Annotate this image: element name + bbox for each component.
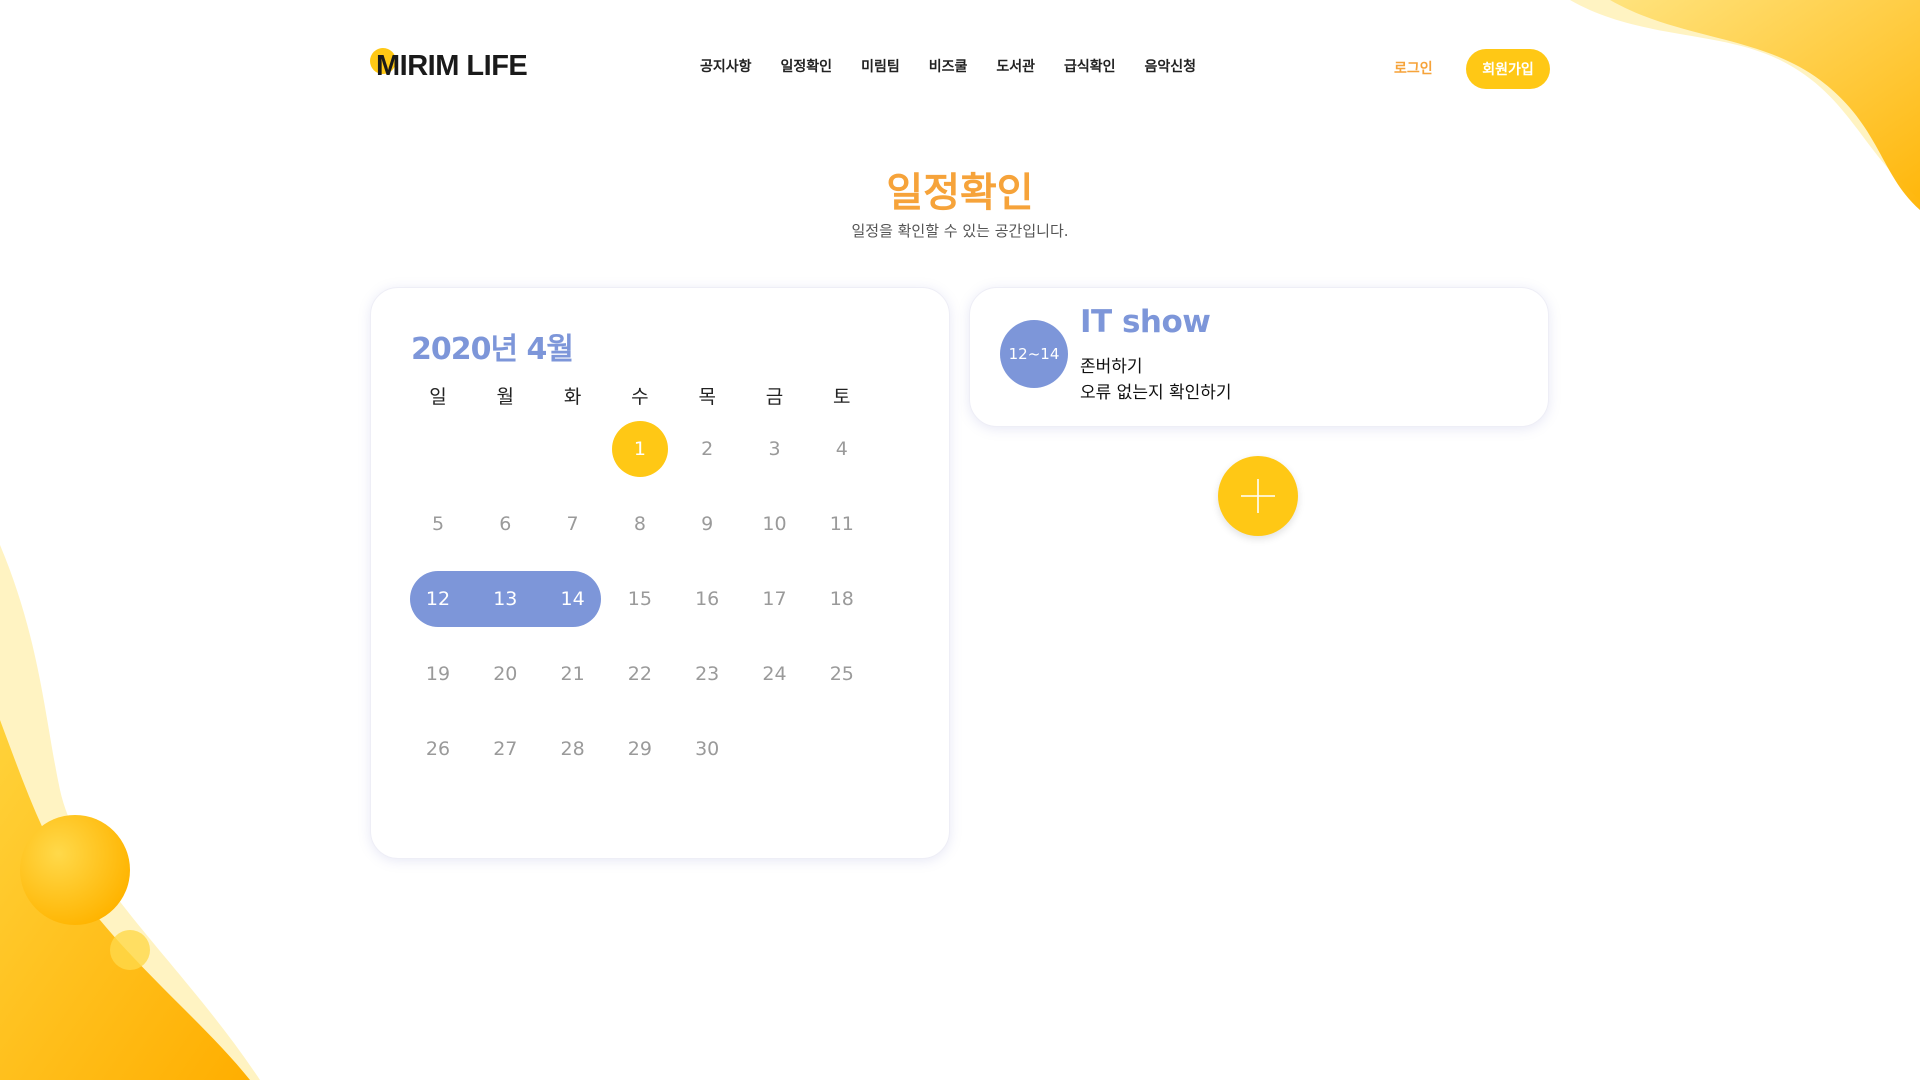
calendar-day[interactable]: 2	[679, 421, 735, 477]
calendar-day[interactable]: 25	[814, 646, 870, 702]
calendar-day[interactable]: 6	[477, 496, 533, 552]
calendar-day[interactable]: 17	[747, 571, 803, 627]
calendar-week-row: 26 27 28 29 30	[410, 721, 880, 777]
calendar-day[interactable]: 30	[679, 721, 735, 777]
nav-item-schedule[interactable]: 일정확인	[781, 56, 833, 76]
calendar-week-row: 19 20 21 22 23 24 25	[410, 646, 880, 702]
calendar-day[interactable]: 8	[612, 496, 668, 552]
calendar-day[interactable]: 27	[477, 721, 533, 777]
calendar-day[interactable]: 14	[545, 571, 601, 627]
calendar-day-today[interactable]: 1	[611, 421, 668, 477]
nav-item-music-request[interactable]: 음악신청	[1145, 56, 1197, 76]
nav-item-mirim-team[interactable]: 미림팀	[861, 56, 900, 76]
calendar-day[interactable]: 3	[747, 421, 803, 477]
weekday-label: 화	[563, 386, 582, 408]
weekday-header: 일월화수목금토	[410, 382, 880, 412]
page: MIRIM LIFE 공지사항 일정확인 미림팀 비즈쿨 도서관 급식확인 음악…	[0, 0, 1920, 1080]
calendar-month-title: 2020년 4월	[411, 332, 574, 367]
calendar-day[interactable]: 18	[814, 571, 870, 627]
calendar-day[interactable]: 19	[410, 646, 466, 702]
calendar-day[interactable]: 11	[814, 496, 870, 552]
nav-item-bizcool[interactable]: 비즈쿨	[929, 56, 968, 76]
weekday-label: 월	[496, 386, 515, 408]
calendar-day[interactable]: 23	[679, 646, 735, 702]
calendar-day[interactable]: 5	[410, 496, 466, 552]
plus-icon	[1241, 479, 1275, 513]
weekday-label: 토	[833, 386, 851, 408]
event-title: IT show	[1080, 304, 1211, 340]
calendar-day[interactable]: 4	[814, 421, 870, 477]
event-detail-line: 오류 없는지 확인하기	[1080, 383, 1232, 403]
calendar-card: 2020년 4월 일월화수목금토 1 2 3 4 5 6 7 8 9 10 11 12 13 14 15 16…	[370, 287, 950, 859]
weekday-label: 목	[698, 386, 716, 408]
calendar-day[interactable]: 29	[612, 721, 668, 777]
nav-item-notice[interactable]: 공지사항	[700, 56, 752, 76]
calendar-day[interactable]: 9	[679, 496, 735, 552]
calendar-day[interactable]: 7	[545, 496, 601, 552]
calendar-day[interactable]: 26	[410, 721, 466, 777]
logo-text: MIRIM LIFE	[376, 49, 528, 82]
page-subtitle: 일정을 확인할 수 있는 공간입니다.	[851, 222, 1069, 240]
calendar-day[interactable]: 22	[612, 646, 668, 702]
calendar-day[interactable]: 21	[545, 646, 601, 702]
calendar-day[interactable]: 13	[477, 571, 533, 627]
main-nav: 공지사항 일정확인 미림팀 비즈쿨 도서관 급식확인 음악신청	[700, 56, 1225, 76]
signup-button[interactable]: 회원가입	[1466, 49, 1550, 89]
calendar-day[interactable]: 28	[545, 721, 601, 777]
add-event-button[interactable]	[1218, 456, 1298, 536]
event-card[interactable]: 12~14 IT show 존버하기 오류 없는지 확인하기	[969, 287, 1549, 427]
calendar-day[interactable]: 20	[477, 646, 533, 702]
weekday-label: 금	[765, 386, 784, 408]
calendar-week-row: 12 13 14 15 16 17 18	[410, 571, 880, 627]
nav-item-library[interactable]: 도서관	[996, 56, 1035, 76]
calendar-day[interactable]: 16	[679, 571, 735, 627]
calendar-day[interactable]: 15	[612, 571, 668, 627]
calendar-day[interactable]: 12	[410, 571, 466, 627]
page-title: 일정확인	[886, 170, 1034, 216]
event-detail-line: 존버하기	[1080, 357, 1143, 377]
nav-item-meal[interactable]: 급식확인	[1064, 56, 1116, 76]
weekday-label: 일	[429, 386, 447, 408]
logo[interactable]: MIRIM LIFE	[370, 46, 528, 86]
event-date-badge: 12~14	[1000, 320, 1068, 388]
calendar-day[interactable]: 24	[747, 646, 803, 702]
weekday-label: 수	[631, 386, 649, 408]
calendar-day[interactable]: 10	[747, 496, 803, 552]
login-link[interactable]: 로그인	[1394, 58, 1433, 78]
calendar-week-row: 1234	[410, 421, 880, 477]
calendar-week-row: 5 6 7 8 9 10 11	[410, 496, 880, 552]
